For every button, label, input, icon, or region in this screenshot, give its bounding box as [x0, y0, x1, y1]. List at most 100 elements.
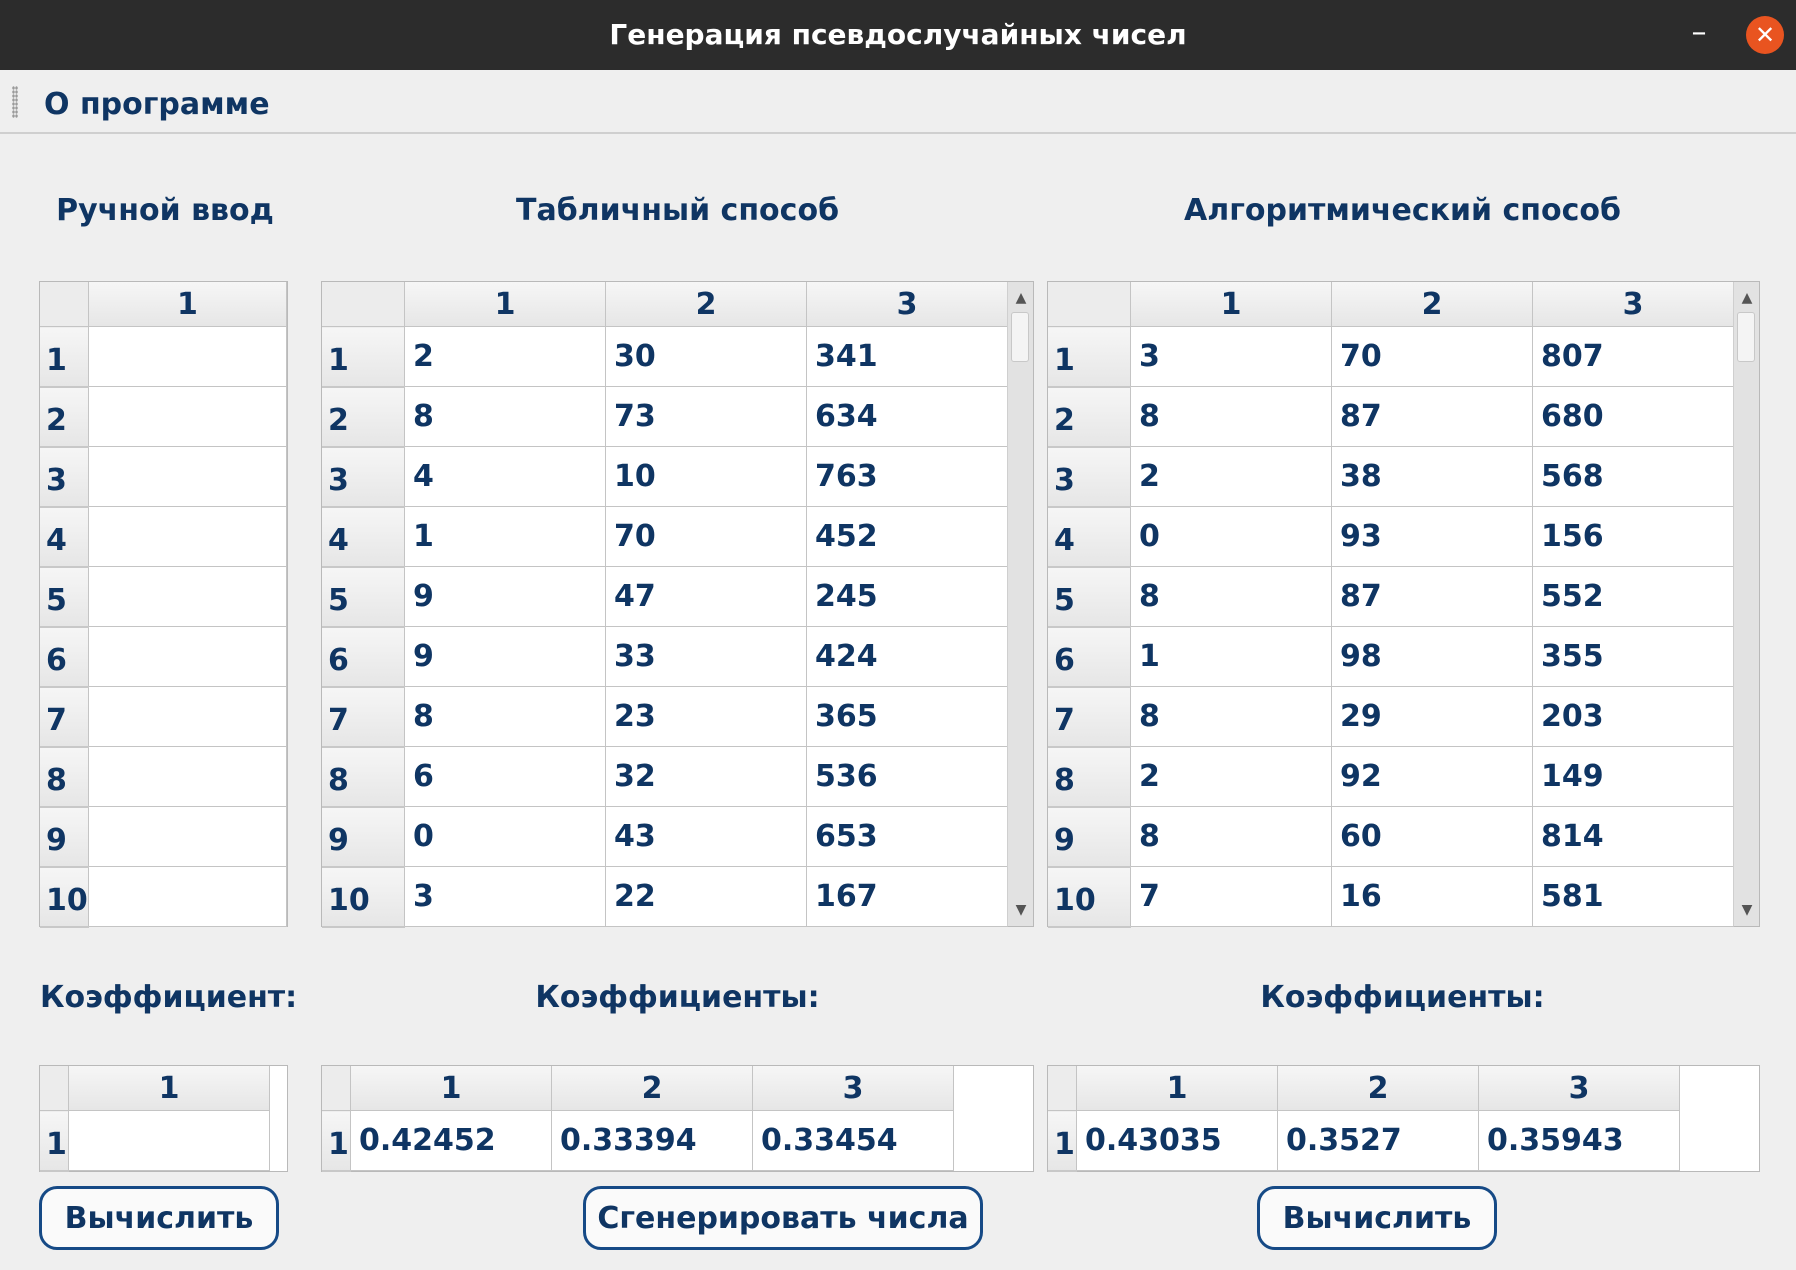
column-header[interactable]: 3 [1532, 282, 1734, 327]
manual-coefficient-table[interactable]: 11 [39, 1065, 288, 1172]
table-cell[interactable]: 536 [806, 746, 1008, 807]
row-header[interactable]: 1 [322, 326, 405, 388]
algorithmic-calculate-button[interactable]: Вычислить [1257, 1186, 1497, 1250]
table-cell[interactable]: 365 [806, 686, 1008, 747]
table-cell[interactable]: 32 [605, 746, 807, 807]
table-cell[interactable] [88, 866, 288, 927]
table-cell[interactable]: 87 [1331, 566, 1533, 627]
toolbar-grip-icon[interactable] [12, 86, 18, 118]
row-header[interactable]: 3 [1048, 446, 1131, 508]
table-cell[interactable] [88, 326, 288, 387]
table-cell[interactable]: 9 [404, 626, 606, 687]
table-cell[interactable] [88, 806, 288, 867]
table-cell[interactable]: 167 [806, 866, 1008, 927]
scroll-up-arrow-icon[interactable]: ▲ [1734, 286, 1760, 310]
table-cell[interactable]: 92 [1331, 746, 1533, 807]
table-cell[interactable]: 341 [806, 326, 1008, 387]
table-cell[interactable] [68, 1110, 270, 1171]
scroll-thumb[interactable] [1737, 312, 1755, 362]
table-cell[interactable]: 0 [404, 806, 606, 867]
row-header[interactable]: 7 [1048, 686, 1131, 748]
row-header[interactable]: 6 [322, 626, 405, 688]
column-header[interactable]: 3 [752, 1066, 954, 1111]
table-cell[interactable]: 0.33394 [551, 1110, 753, 1171]
algorithmic-coefficients-table[interactable]: 1 2 3 1 0.43035 0.3527 0.35943 [1047, 1065, 1760, 1172]
column-header[interactable]: 1 [88, 282, 288, 327]
table-cell[interactable]: 8 [1130, 686, 1332, 747]
row-header[interactable]: 4 [1048, 506, 1131, 568]
scroll-down-arrow-icon[interactable]: ▼ [1734, 898, 1760, 922]
table-cell[interactable]: 807 [1532, 326, 1734, 387]
table-cell[interactable] [88, 746, 288, 807]
column-header[interactable]: 3 [1478, 1066, 1680, 1111]
table-cell[interactable] [88, 506, 288, 567]
table-cell[interactable]: 203 [1532, 686, 1734, 747]
table-cell[interactable]: 60 [1331, 806, 1533, 867]
table-cell[interactable]: 47 [605, 566, 807, 627]
table-cell[interactable]: 9 [404, 566, 606, 627]
row-header[interactable]: 1 [40, 1110, 69, 1172]
table-cell[interactable]: 653 [806, 806, 1008, 867]
table-cell[interactable]: 4 [404, 446, 606, 507]
table-cell[interactable]: 30 [605, 326, 807, 387]
row-header[interactable]: 1 [40, 326, 89, 388]
table-cell[interactable] [88, 386, 288, 447]
row-header[interactable]: 5 [40, 566, 89, 628]
table-cell[interactable]: 0.3527 [1277, 1110, 1479, 1171]
table-corner[interactable] [322, 282, 405, 327]
row-header[interactable]: 9 [1048, 806, 1131, 868]
table-cell[interactable]: 2 [1130, 446, 1332, 507]
table-cell[interactable]: 1 [1130, 626, 1332, 687]
row-header[interactable]: 2 [322, 386, 405, 448]
table-cell[interactable] [88, 446, 288, 507]
table-cell[interactable]: 33 [605, 626, 807, 687]
table-cell[interactable]: 2 [404, 326, 606, 387]
table-cell[interactable]: 2 [1130, 746, 1332, 807]
table-cell[interactable]: 355 [1532, 626, 1734, 687]
column-header[interactable]: 1 [68, 1066, 270, 1111]
row-header[interactable]: 6 [40, 626, 89, 688]
table-cell[interactable] [88, 566, 288, 627]
tabular-numbers-table[interactable]: 1 2 3 1 2 30 341 2 8 73 634 3 4 10 763 4 1 70 452 5 9 47 245 6 9… [321, 281, 1034, 928]
column-header[interactable]: 2 [605, 282, 807, 327]
table-cell[interactable]: 7 [1130, 866, 1332, 927]
column-header[interactable]: 1 [350, 1066, 552, 1111]
table-cell[interactable]: 452 [806, 506, 1008, 567]
menu-about[interactable]: О программе [44, 70, 270, 132]
algorithmic-numbers-table[interactable]: 1 2 3 1 3 70 807 2 8 87 680 3 2 38 568 4 0 93 156 5 8 87 552 6 1… [1047, 281, 1760, 928]
scroll-thumb[interactable] [1011, 312, 1029, 362]
scroll-down-arrow-icon[interactable]: ▼ [1008, 898, 1034, 922]
table-cell[interactable]: 23 [605, 686, 807, 747]
column-header[interactable]: 1 [404, 282, 606, 327]
row-header[interactable]: 2 [1048, 386, 1131, 448]
table-cell[interactable]: 581 [1532, 866, 1734, 927]
table-cell[interactable]: 3 [404, 866, 606, 927]
table-cell[interactable]: 38 [1331, 446, 1533, 507]
table-cell[interactable]: 98 [1331, 626, 1533, 687]
table-cell[interactable]: 22 [605, 866, 807, 927]
table-corner[interactable] [40, 282, 89, 327]
row-header[interactable]: 3 [40, 446, 89, 508]
table-cell[interactable]: 568 [1532, 446, 1734, 507]
manual-input-table[interactable]: 1 1 2 3 4 5 6 7 8 9 10 [39, 281, 288, 928]
row-header[interactable]: 5 [322, 566, 405, 628]
table-cell[interactable]: 8 [404, 686, 606, 747]
row-header[interactable]: 4 [40, 506, 89, 568]
table-cell[interactable]: 0.35943 [1478, 1110, 1680, 1171]
row-header[interactable]: 2 [40, 386, 89, 448]
row-header[interactable]: 1 [322, 1110, 351, 1172]
column-header[interactable]: 1 [1076, 1066, 1278, 1111]
table-cell[interactable]: 93 [1331, 506, 1533, 567]
row-header[interactable]: 8 [1048, 746, 1131, 808]
table-cell[interactable] [88, 626, 288, 687]
algorithmic-vertical-scrollbar[interactable]: ▲ ▼ [1733, 282, 1759, 926]
column-header[interactable]: 2 [1277, 1066, 1479, 1111]
generate-numbers-button[interactable]: Сгенерировать числа [583, 1186, 983, 1250]
table-cell[interactable]: 70 [605, 506, 807, 567]
tabular-coefficients-table[interactable]: 1 2 3 1 0.42452 0.33394 0.33454 [321, 1065, 1034, 1172]
minimize-button[interactable]: – [1685, 18, 1713, 50]
table-cell[interactable] [88, 686, 288, 747]
row-header[interactable]: 5 [1048, 566, 1131, 628]
tabular-vertical-scrollbar[interactable]: ▲ ▼ [1007, 282, 1033, 926]
table-cell[interactable]: 29 [1331, 686, 1533, 747]
